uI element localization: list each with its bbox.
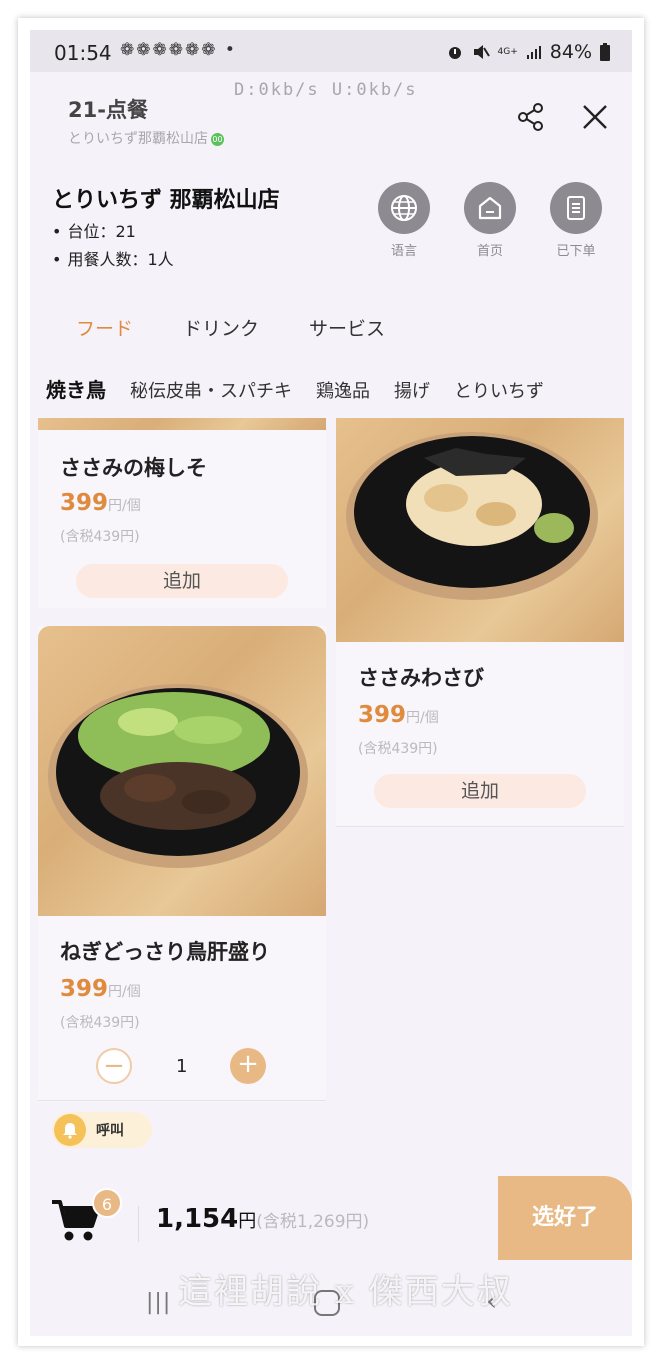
guest-count: 用餐人数：1人 [52, 246, 173, 274]
ordered-button[interactable]: 已下单 [550, 182, 602, 259]
signal-icon [526, 46, 541, 59]
home-icon [464, 182, 516, 234]
tab-drink[interactable]: ドリンク [183, 314, 259, 341]
store-details: 台位：21 用餐人数：1人 [52, 218, 174, 274]
cart-count-badge: 6 [92, 1188, 122, 1218]
net-speed-overlay: D:0kb/s U:0kb/s [234, 80, 418, 100]
item-tax: (含税439円) [358, 741, 438, 757]
subtab-tori[interactable]: 鶏逸品 [316, 381, 370, 402]
item-name: ささみの梅しそ [60, 456, 207, 480]
confirm-order-button[interactable]: 选好了 [498, 1176, 632, 1260]
divider [38, 1100, 326, 1101]
language-button[interactable]: 语言 [378, 182, 430, 259]
home-label: 首页 [476, 244, 503, 259]
app-screen: 01:54 ❁❁❁❁❁❁ • 4G+ 84% D:0kb/s U:0kb/s 2… [30, 30, 632, 1336]
recent-apps-icon[interactable]: ||| [146, 1290, 171, 1315]
cart-total: 1,154円(含税1,269円) [156, 1204, 369, 1234]
add-button[interactable]: 追加 [374, 774, 586, 808]
alarm-icon [448, 47, 461, 59]
status-right: 4G+ 84% [446, 41, 610, 63]
total-unit: 円 [238, 1211, 257, 1232]
notification-icons: ❁❁❁❁❁❁ • [120, 40, 237, 60]
subtab-kawa[interactable]: 秘伝皮串・スパチキ [130, 381, 292, 402]
bell-icon [54, 1114, 86, 1146]
food-photo [38, 626, 326, 916]
close-icon[interactable] [580, 102, 610, 132]
cart-bar: 6 1,154円(含税1,269円) 选好了 [30, 1176, 632, 1276]
mute-icon [473, 45, 490, 59]
table-number: 台位：21 [52, 218, 174, 246]
call-staff-button[interactable]: 呼叫 [52, 1112, 152, 1148]
call-staff-label: 呼叫 [96, 1123, 124, 1139]
page-title: 21-点餐 [68, 98, 148, 122]
total-with-tax: (含税1,269円) [256, 1212, 370, 1232]
divider [138, 1206, 139, 1242]
item-tax: (含税439円) [60, 1015, 140, 1031]
store-name: とりいちず 那覇松山店 [52, 188, 280, 213]
increase-quantity-button[interactable]: + [230, 1048, 266, 1084]
globe-icon [378, 182, 430, 234]
menu-card: ささみわさび 399円/個 (含税439円) 追加 [336, 418, 624, 828]
item-price: 399円/個 [358, 702, 439, 728]
divider [336, 826, 624, 827]
status-bar: 01:54 ❁❁❁❁❁❁ • 4G+ 84% [30, 30, 632, 72]
add-button[interactable]: 追加 [76, 564, 288, 598]
food-photo [336, 418, 624, 642]
battery-level: 84% [549, 41, 592, 63]
battery-icon [600, 43, 610, 61]
menu-card: ねぎどっさり鳥肝盛り 399円/個 (含税439円) − 1 + [38, 626, 326, 1102]
subtab-age[interactable]: 揚げ [394, 381, 430, 402]
share-icon[interactable] [516, 102, 546, 132]
subtab-toriichizu[interactable]: とりいちず [454, 381, 544, 402]
network-type: 4G+ [497, 46, 518, 57]
watermark: 這裡胡說 x 傑西大叔 [178, 1272, 513, 1312]
page-subtitle: とりいちず那覇松山店 00 [68, 128, 224, 148]
verified-badge-icon: 00 [211, 133, 224, 146]
total-amount: 1,154 [156, 1204, 239, 1234]
subtab-yakitori[interactable]: 焼き鳥 [46, 378, 106, 402]
language-label: 语言 [390, 244, 417, 259]
food-photo [38, 418, 326, 430]
quantity-value: 1 [176, 1056, 188, 1077]
category-tabs: フード ドリンク サービス [76, 314, 385, 341]
item-price: 399円/個 [60, 490, 141, 516]
item-name: ささみわさび [358, 666, 484, 690]
receipt-icon [550, 182, 602, 234]
tab-service[interactable]: サービス [309, 314, 385, 341]
clock: 01:54 [54, 41, 112, 65]
item-name: ねぎどっさり鳥肝盛り [60, 940, 270, 964]
subtitle-text: とりいちず那覇松山店 [68, 131, 208, 147]
home-button[interactable]: 首页 [464, 182, 516, 259]
item-tax: (含税439円) [60, 529, 140, 545]
item-price: 399円/個 [60, 976, 141, 1002]
menu-card: ささみの梅しそ 399円/個 (含税439円) 追加 [38, 418, 326, 608]
tab-food[interactable]: フード [76, 314, 133, 341]
decrease-quantity-button[interactable]: − [96, 1048, 132, 1084]
subcategory-tabs: 焼き鳥 秘伝皮串・スパチキ 鶏逸品 揚げ とりいちず [46, 374, 632, 403]
ordered-label: 已下单 [556, 244, 596, 259]
